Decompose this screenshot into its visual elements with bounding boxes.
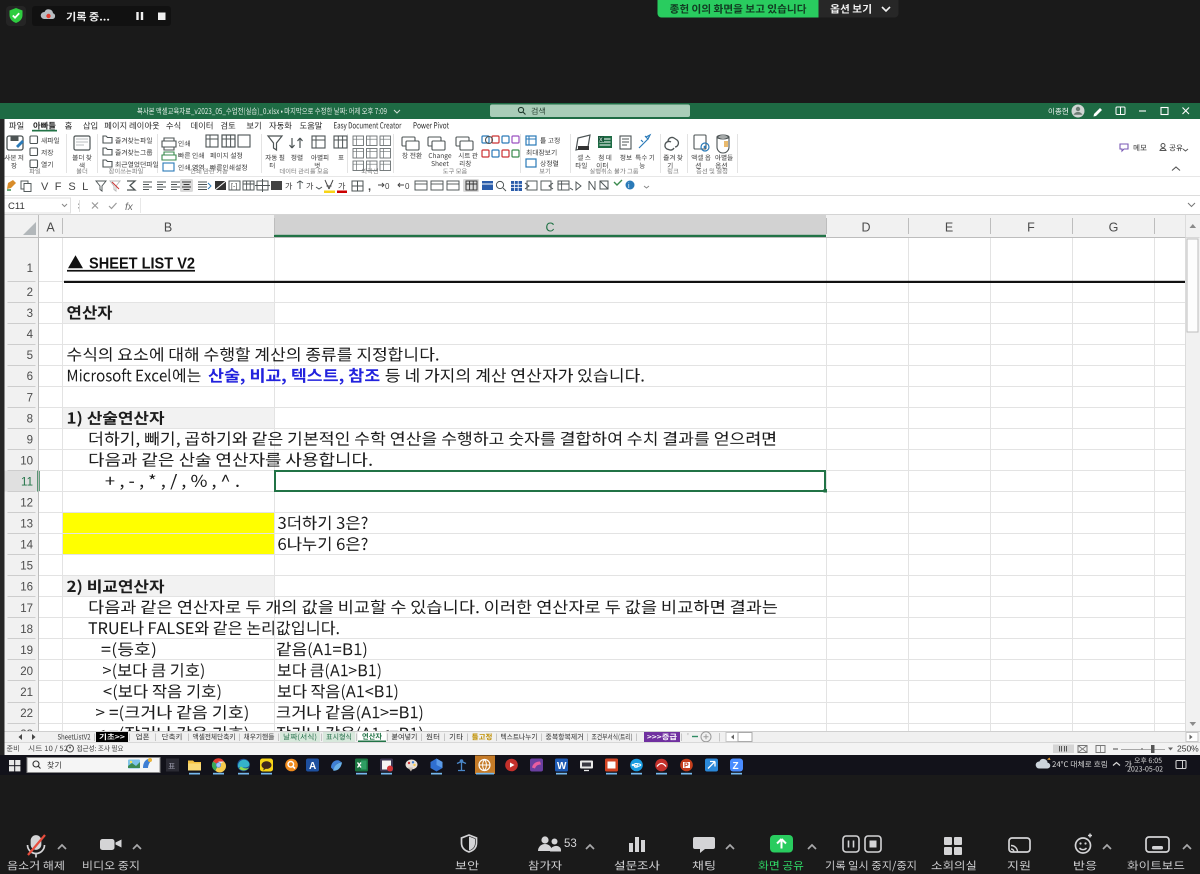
- svg-text:3: 3: [27, 308, 33, 320]
- svg-text:2: 2: [27, 287, 33, 299]
- svg-text:Z: Z: [733, 761, 739, 772]
- svg-text:11: 11: [21, 477, 33, 489]
- svg-text:A: A: [309, 761, 316, 772]
- svg-text:4: 4: [27, 329, 34, 341]
- svg-text:W: W: [557, 761, 567, 772]
- svg-text:16: 16: [20, 582, 33, 594]
- svg-text:V: V: [41, 181, 49, 193]
- svg-text:P: P: [684, 763, 689, 770]
- svg-text:A: A: [46, 221, 55, 235]
- svg-text:F: F: [1027, 221, 1035, 235]
- svg-text:250%: 250%: [1177, 744, 1199, 754]
- svg-text:15: 15: [20, 561, 33, 573]
- svg-text:18: 18: [20, 624, 33, 636]
- svg-text:12: 12: [20, 498, 33, 510]
- svg-text:0: 0: [385, 182, 390, 191]
- svg-text:SHEET LIST V2: SHEET LIST V2: [89, 255, 195, 272]
- svg-text:19: 19: [20, 645, 33, 657]
- svg-text:21: 21: [20, 687, 33, 699]
- svg-text:9: 9: [27, 434, 33, 446]
- svg-text:53: 53: [564, 838, 577, 850]
- svg-text:F: F: [55, 181, 62, 193]
- svg-text:C11: C11: [8, 201, 25, 212]
- svg-text:fx: fx: [125, 202, 134, 213]
- svg-text:6: 6: [27, 371, 33, 383]
- svg-text:D: D: [861, 221, 870, 235]
- svg-text:X: X: [599, 138, 603, 144]
- svg-text:G: G: [1109, 221, 1119, 235]
- svg-text:22: 22: [20, 708, 33, 720]
- svg-text:0: 0: [405, 182, 410, 191]
- svg-text:[-]: [-]: [231, 184, 237, 191]
- svg-text:20: 20: [20, 666, 33, 678]
- svg-text:E: E: [945, 221, 953, 235]
- svg-text:14: 14: [20, 540, 33, 552]
- svg-text:,: ,: [368, 181, 371, 193]
- svg-text:S: S: [68, 181, 75, 193]
- svg-text:B: B: [164, 221, 172, 235]
- svg-text:10: 10: [20, 455, 33, 467]
- svg-text:13: 13: [20, 519, 33, 531]
- svg-text:7: 7: [27, 392, 33, 404]
- svg-text:e: e: [634, 760, 639, 770]
- svg-text:C: C: [545, 221, 554, 235]
- svg-text:17: 17: [20, 603, 33, 615]
- svg-text:L: L: [82, 181, 88, 193]
- svg-text:8: 8: [27, 413, 33, 425]
- svg-text:1: 1: [27, 263, 33, 275]
- svg-text:5: 5: [27, 350, 33, 362]
